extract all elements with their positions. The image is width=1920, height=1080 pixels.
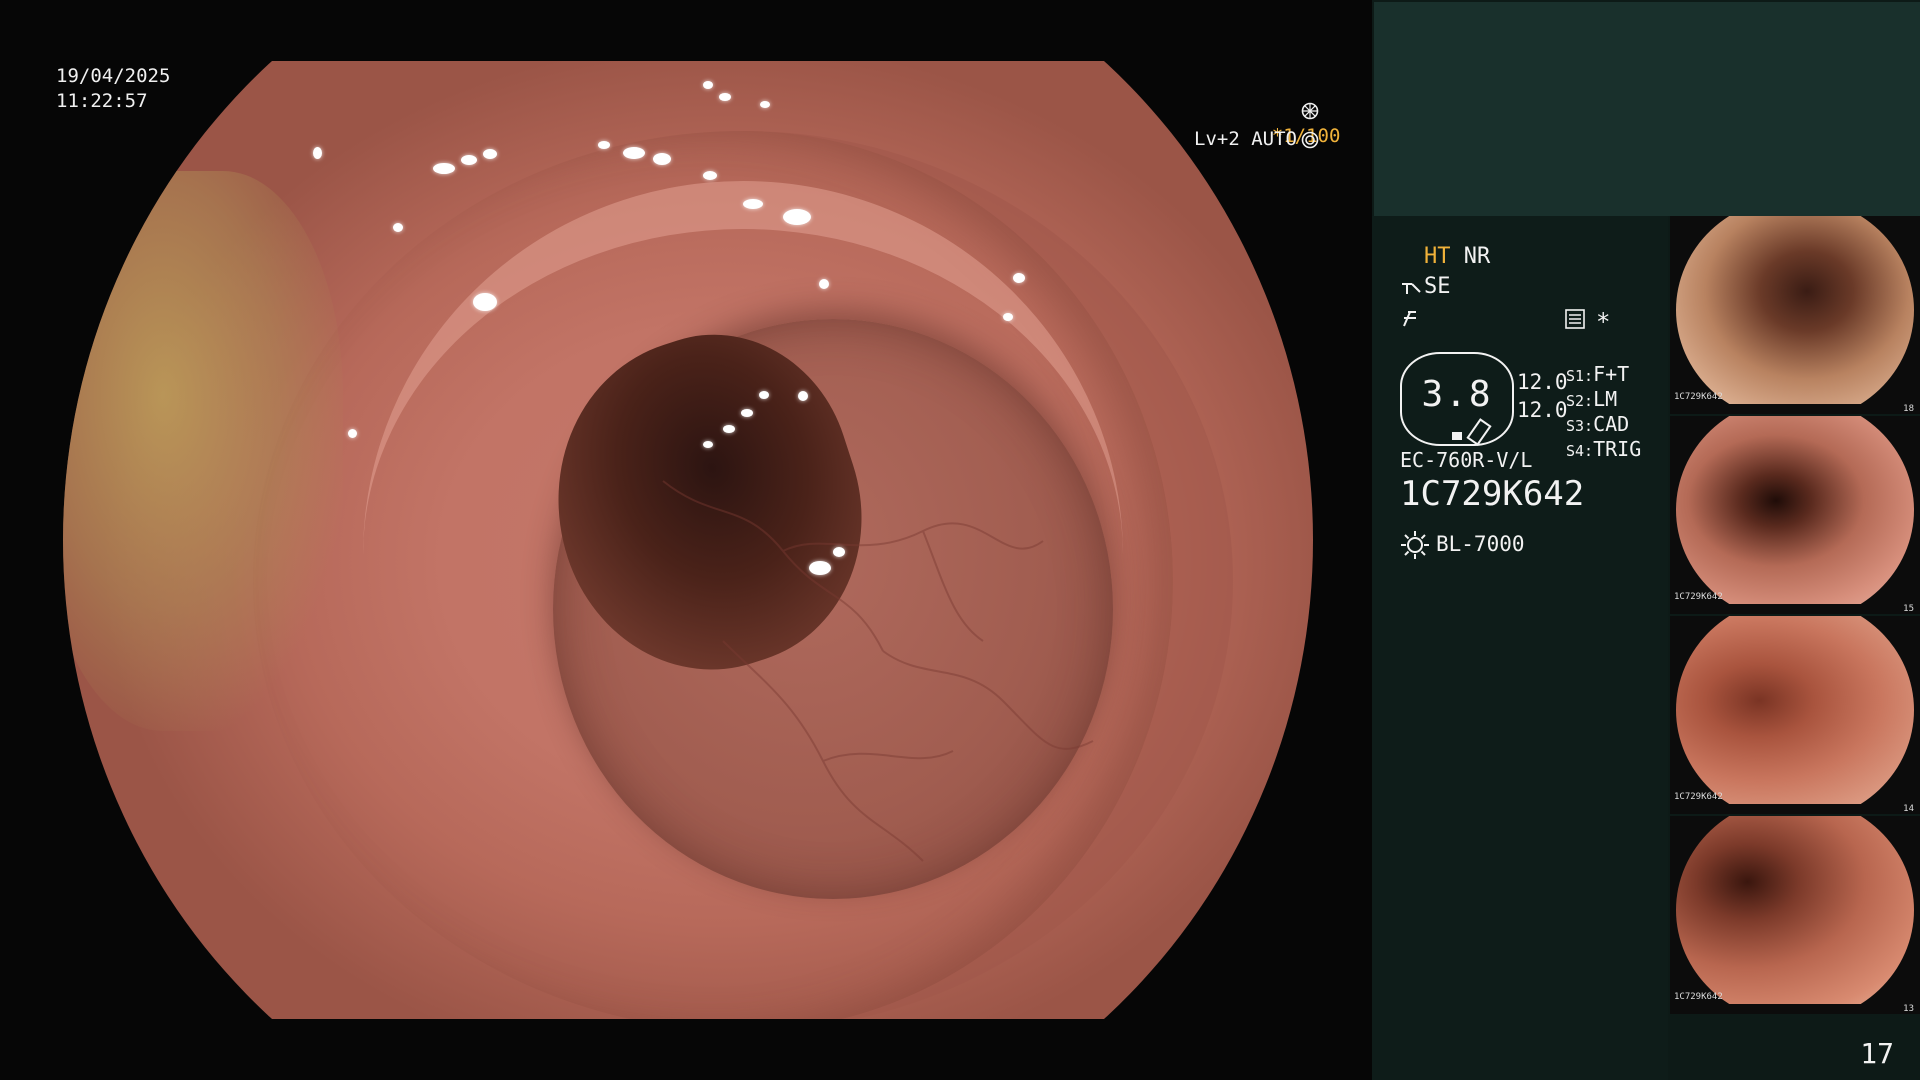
asterisk-icon: *: [1596, 308, 1611, 336]
switch-key: S2:: [1566, 392, 1594, 410]
glare: [653, 153, 671, 165]
page-number: 17: [1860, 1037, 1894, 1070]
light-source-icon: [1401, 531, 1429, 559]
thumbnail-image: [1676, 616, 1914, 804]
level-auto-label: Lv+2 AUTO: [1194, 128, 1297, 150]
glare: [623, 147, 645, 159]
switch-s2: S2:LM: [1566, 387, 1617, 411]
switch-value: CAD: [1593, 412, 1630, 436]
value-2: 12.0: [1517, 398, 1568, 422]
zoom-indicator-tilt: [1466, 418, 1492, 446]
glare: [819, 279, 829, 289]
glare: [783, 209, 811, 225]
thumbnail-image: [1676, 216, 1914, 404]
thumbnail-index: 13: [1903, 1004, 1914, 1014]
glare: [703, 171, 717, 180]
switch-key: S4:: [1566, 442, 1594, 460]
switch-s3: S3:CAD: [1566, 412, 1629, 436]
glare: [433, 163, 455, 174]
glare: [598, 141, 610, 149]
glare: [348, 429, 357, 438]
nr-label: NR: [1463, 244, 1491, 269]
switch-value: LM: [1593, 387, 1618, 411]
switch-key: S3:: [1566, 417, 1594, 435]
glare: [719, 93, 731, 101]
switch-key: S1:: [1566, 367, 1594, 385]
glare: [1013, 273, 1025, 283]
scope-serial: 1C729K642: [1400, 474, 1585, 514]
switch-value: F+T: [1593, 362, 1630, 386]
thumbnail-index: 18: [1903, 404, 1914, 414]
thumbnail-serial: 1C729K642: [1674, 592, 1723, 602]
glare: [393, 223, 403, 232]
auto-iris-icon: [1301, 131, 1319, 149]
switch-value: TRIG: [1593, 437, 1642, 461]
glare: [703, 441, 713, 448]
glare: [741, 409, 753, 417]
glare: [313, 147, 322, 159]
time-label: 11:22:57: [56, 90, 148, 112]
glare: [703, 81, 713, 89]
scope-mode-icon: [1402, 283, 1421, 294]
thumbnail-image: [1676, 816, 1914, 1004]
scope-info: HT NR SE * 3.8 12.0 12.0 S1:F+T S2:LM S3…: [1372, 216, 1668, 1080]
thumbnail-2[interactable]: 1C729K642 15: [1670, 416, 1920, 614]
zoom-gauge: 3.8: [1400, 352, 1514, 446]
switch-s4: S4:TRIG: [1566, 437, 1641, 461]
thumbnail-1[interactable]: 1C729K642 18: [1670, 216, 1920, 414]
freeze-icon: [1403, 311, 1416, 327]
date-label: 19/04/2025: [56, 65, 171, 87]
thumbnail-serial: 1C729K642: [1674, 392, 1723, 402]
thumbnail-serial: 1C729K642: [1674, 992, 1723, 1002]
thumbnail-image: [1676, 416, 1914, 604]
ht-indicator: HT NR: [1424, 244, 1490, 269]
glare: [759, 391, 769, 399]
shutter-wheel-icon: [1301, 102, 1319, 120]
scope-model: EC-760R-V/L: [1400, 448, 1533, 472]
glare: [743, 199, 763, 209]
thumbnail-strip: 1C729K642 18 1C729K642 15 1C729K642 14 1…: [1670, 216, 1920, 1014]
switch-s1: S1:F+T: [1566, 362, 1629, 386]
thumbnail-serial: 1C729K642: [1674, 792, 1723, 802]
glare: [483, 149, 497, 159]
panel-header: [1374, 2, 1920, 216]
glare: [760, 101, 770, 108]
thumbnail-4[interactable]: 1C729K642 13: [1670, 816, 1920, 1014]
ht-label: HT: [1424, 244, 1451, 269]
value-1: 12.0: [1517, 370, 1568, 394]
thumbnail-index: 15: [1903, 604, 1914, 614]
glare: [1003, 313, 1013, 321]
endoscope-view: 19/04/2025 11:22:57 *1/100 Lv+2 AUTO: [0, 0, 1372, 1080]
glare: [473, 293, 497, 311]
vessel-pattern: [662, 480, 1094, 862]
zoom-value: 3.8: [1421, 374, 1493, 415]
thumbnail-index: 14: [1903, 804, 1914, 814]
thumbnail-3[interactable]: 1C729K642 14: [1670, 616, 1920, 814]
glare: [461, 155, 477, 165]
zoom-indicator: [1452, 432, 1462, 440]
light-source-label: BL-7000: [1436, 532, 1525, 556]
glare: [833, 547, 845, 557]
glare: [809, 561, 831, 575]
menu-list-icon: [1565, 309, 1585, 329]
endoscopic-image: [63, 61, 1313, 1019]
info-panel: HT NR SE * 3.8 12.0 12.0 S1:F+T S2:LM S3…: [1372, 0, 1920, 1080]
glare: [723, 425, 735, 433]
glare: [798, 391, 808, 401]
se-label: SE: [1424, 274, 1451, 299]
